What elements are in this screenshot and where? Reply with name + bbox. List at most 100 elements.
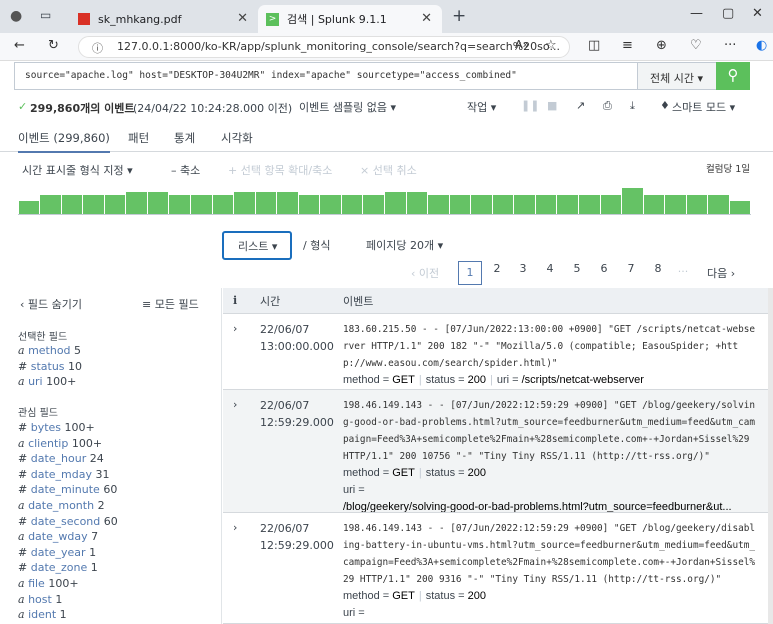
- timeline-bar[interactable]: [341, 194, 363, 214]
- timeline-bar[interactable]: [234, 191, 255, 214]
- timeline-bar[interactable]: [643, 194, 665, 214]
- field-host[interactable]: a host 1: [18, 593, 62, 606]
- close-tab-icon[interactable]: ✕: [421, 11, 432, 26]
- timeline-bar[interactable]: [579, 194, 600, 214]
- method-value[interactable]: GET: [392, 590, 415, 602]
- collections-icon[interactable]: ⊕: [656, 38, 667, 53]
- timeline-bar[interactable]: [665, 194, 686, 214]
- timeline-bar[interactable]: [600, 194, 622, 214]
- favorites-list-icon[interactable]: ≡: [622, 38, 633, 53]
- status-value[interactable]: 200: [468, 590, 486, 602]
- expand-event-icon[interactable]: ›: [233, 322, 237, 335]
- timeline-bar[interactable]: [169, 194, 190, 214]
- tab-splunk[interactable]: > 검색 | Splunk 9.1.1 ✕: [258, 5, 442, 33]
- page-link[interactable]: 8: [648, 262, 668, 275]
- time-range-picker[interactable]: 전체 시간 ▾: [637, 62, 717, 90]
- close-tab-icon[interactable]: ✕: [237, 11, 248, 26]
- copilot-icon[interactable]: ◐: [756, 38, 767, 53]
- scrollbar[interactable]: [768, 288, 773, 624]
- timeline-bar[interactable]: [535, 194, 557, 214]
- method-value[interactable]: GET: [392, 374, 415, 386]
- timeline-bar[interactable]: [622, 188, 643, 214]
- timeline-bar[interactable]: [298, 194, 320, 214]
- event-row[interactable]: › 22/06/07 12:59:29.000 198.46.149.143 - - …: [223, 390, 768, 513]
- per-page-dropdown[interactable]: 페이지당 20개 ▾: [366, 237, 443, 253]
- page-link[interactable]: 3: [513, 262, 533, 275]
- field-method[interactable]: a method 5: [18, 344, 81, 357]
- timeline-bar[interactable]: [255, 191, 277, 214]
- field-date_mday[interactable]: # date_mday 31: [18, 468, 109, 481]
- field-status[interactable]: # status 10: [18, 360, 82, 373]
- tab-statistics[interactable]: 통계: [174, 130, 195, 146]
- expand-event-icon[interactable]: ›: [233, 521, 237, 534]
- timeline-bar[interactable]: [492, 194, 514, 214]
- timeline-bar[interactable]: [190, 194, 212, 214]
- field-clientip[interactable]: a clientip 100+: [18, 437, 102, 450]
- reload-icon[interactable]: ↻: [48, 38, 59, 53]
- format-timeline-dropdown[interactable]: 시간 표시줄 형식 지정 ▾: [22, 162, 133, 178]
- field-date_month[interactable]: a date_month 2: [18, 499, 105, 512]
- field-date_minute[interactable]: # date_minute 60: [18, 483, 117, 496]
- timeline-bar[interactable]: [514, 194, 535, 214]
- field-date_wday[interactable]: a date_wday 7: [18, 530, 98, 543]
- timeline-bar[interactable]: [363, 194, 384, 214]
- timeline-bar[interactable]: [277, 191, 298, 214]
- timeline-chart[interactable]: [18, 183, 751, 215]
- timeline-bar[interactable]: [385, 191, 406, 214]
- timeline-bar[interactable]: [449, 194, 471, 214]
- page-link[interactable]: ...: [673, 262, 693, 275]
- event-row[interactable]: › 22/06/07 13:00:00.000 183.60.215.50 - - […: [223, 314, 768, 390]
- tab-patterns[interactable]: 패턴: [128, 130, 149, 146]
- field-date_zone[interactable]: # date_zone 1: [18, 561, 98, 574]
- timeline-bar[interactable]: [320, 194, 341, 214]
- hide-fields-link[interactable]: ‹ 필드 숨기기: [20, 296, 82, 312]
- timeline-bar[interactable]: [212, 194, 234, 214]
- stop-icon[interactable]: ■: [547, 99, 557, 112]
- tab-visualization[interactable]: 시각화: [221, 130, 253, 146]
- timeline-bar[interactable]: [83, 194, 104, 214]
- field-bytes[interactable]: # bytes 100+: [18, 421, 95, 434]
- uri-value[interactable]: /blog/geekery/solving-good-or-bad-proble…: [343, 499, 756, 512]
- event-row[interactable]: › 22/06/07 12:59:29.000 198.46.149.143 - - …: [223, 513, 768, 624]
- method-value[interactable]: GET: [392, 467, 415, 479]
- favorite-icon[interactable]: ☆: [545, 38, 557, 53]
- timeline-bar[interactable]: [18, 201, 40, 214]
- timeline-bar[interactable]: [104, 194, 126, 214]
- next-page-link[interactable]: 다음 ›: [707, 265, 735, 281]
- page-link[interactable]: 5: [567, 262, 587, 275]
- timeline-bar[interactable]: [126, 191, 147, 214]
- sampling-dropdown[interactable]: 이벤트 샘플링 없음 ▾: [299, 99, 396, 115]
- pause-icon[interactable]: ❚❚: [521, 99, 539, 112]
- timeline-bar[interactable]: [428, 194, 449, 214]
- deselect-button[interactable]: × 선택 취소: [360, 162, 417, 178]
- uri-value[interactable]: /scripts/netcat-webserver: [522, 374, 644, 386]
- field-uri[interactable]: a uri 100+: [18, 375, 76, 388]
- export-icon[interactable]: ⤓: [630, 99, 635, 113]
- all-fields-link[interactable]: ≡ 모든 필드: [142, 296, 199, 312]
- close-window-icon[interactable]: ✕: [752, 6, 763, 21]
- list-view-dropdown[interactable]: 리스트 ▾: [222, 231, 292, 260]
- search-query-input[interactable]: source="apache.log" host="DESKTOP-304U2M…: [14, 62, 638, 90]
- search-mode-dropdown[interactable]: 스마트 모드 ▾: [672, 99, 735, 115]
- format-button[interactable]: / 형식: [303, 237, 330, 253]
- extensions-icon[interactable]: ♡: [690, 38, 702, 53]
- timeline-bar[interactable]: [471, 194, 492, 214]
- status-value[interactable]: 200: [468, 374, 486, 386]
- zoom-selection-button[interactable]: + 선택 항목 확대/축소: [228, 162, 332, 178]
- field-date_second[interactable]: # date_second 60: [18, 515, 118, 528]
- search-button[interactable]: ⚲: [716, 62, 750, 90]
- tab-actions-icon[interactable]: ▭: [40, 8, 51, 22]
- timeline-bar[interactable]: [686, 194, 708, 214]
- print-icon[interactable]: ⎙: [603, 99, 612, 113]
- url-input[interactable]: 127.0.0.1:8000/ko-KR/app/splunk_monitori…: [78, 36, 570, 58]
- more-icon[interactable]: ···: [724, 38, 736, 53]
- page-link[interactable]: 1: [458, 261, 482, 285]
- field-ident[interactable]: a ident 1: [18, 608, 67, 621]
- status-value[interactable]: 200: [468, 467, 486, 479]
- page-link[interactable]: 4: [540, 262, 560, 275]
- field-file[interactable]: a file 100+: [18, 577, 79, 590]
- share-icon[interactable]: ↗: [576, 99, 585, 112]
- maximize-icon[interactable]: ▢: [722, 6, 734, 21]
- info-icon[interactable]: ⓘ: [92, 40, 103, 56]
- profile-icon[interactable]: ●: [10, 8, 22, 24]
